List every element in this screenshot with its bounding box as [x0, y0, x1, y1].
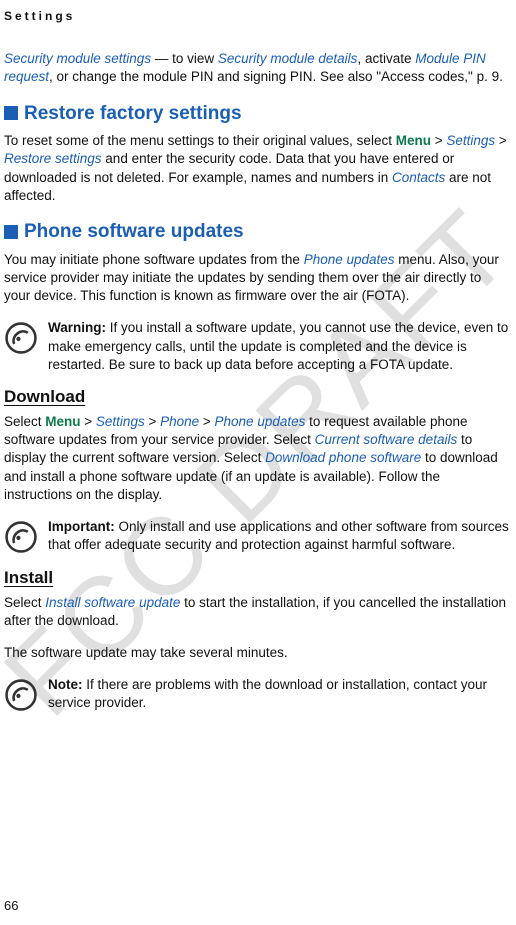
download-paragraph: Select Menu > Settings > Phone > Phone u… [4, 413, 510, 504]
install-paragraph-1: Select Install software update to start … [4, 594, 510, 630]
security-module-details-link: Security module details [218, 51, 358, 66]
page-header: Settings [4, 8, 510, 24]
download-phone-software-link: Download phone software [265, 450, 421, 465]
phone-updates-link: Phone updates [304, 252, 395, 267]
install-subheading: Install [4, 567, 510, 590]
page-number: 66 [4, 897, 18, 915]
install-paragraph-2: The software update may take several min… [4, 644, 510, 662]
note-text: If there are problems with the download … [48, 677, 487, 710]
settings-path: Settings [96, 414, 145, 429]
menu-label: Menu [45, 414, 80, 429]
restore-settings-path: Restore settings [4, 151, 102, 166]
current-software-details-link: Current software details [315, 432, 458, 447]
section-marker-icon [4, 225, 18, 239]
note-block: Note: If there are problems with the dow… [4, 676, 510, 712]
menu-label: Menu [396, 133, 431, 148]
note-label: Note: [48, 677, 86, 692]
important-block: Important: Only install and use applicat… [4, 518, 510, 554]
restore-paragraph: To reset some of the menu settings to th… [4, 132, 510, 205]
contacts-link: Contacts [392, 170, 445, 185]
warning-block: Warning: If you install a software updat… [4, 319, 510, 374]
warning-label: Warning: [48, 320, 110, 335]
download-subheading: Download [4, 386, 510, 409]
important-label: Important: [48, 519, 119, 534]
phone-path: Phone [160, 414, 199, 429]
important-icon [4, 520, 38, 554]
updates-paragraph: You may initiate phone software updates … [4, 251, 510, 306]
restore-section-heading: Restore factory settings [4, 101, 510, 127]
section-marker-icon [4, 106, 18, 120]
warning-icon [4, 321, 38, 355]
intro-paragraph: Security module settings — to view Secur… [4, 50, 510, 86]
warning-text: If you install a software update, you ca… [48, 320, 508, 371]
note-icon [4, 678, 38, 712]
security-module-settings-link: Security module settings [4, 51, 151, 66]
phone-updates-path: Phone updates [215, 414, 306, 429]
updates-section-heading: Phone software updates [4, 219, 510, 245]
settings-path: Settings [446, 133, 495, 148]
install-software-update-link: Install software update [45, 595, 180, 610]
